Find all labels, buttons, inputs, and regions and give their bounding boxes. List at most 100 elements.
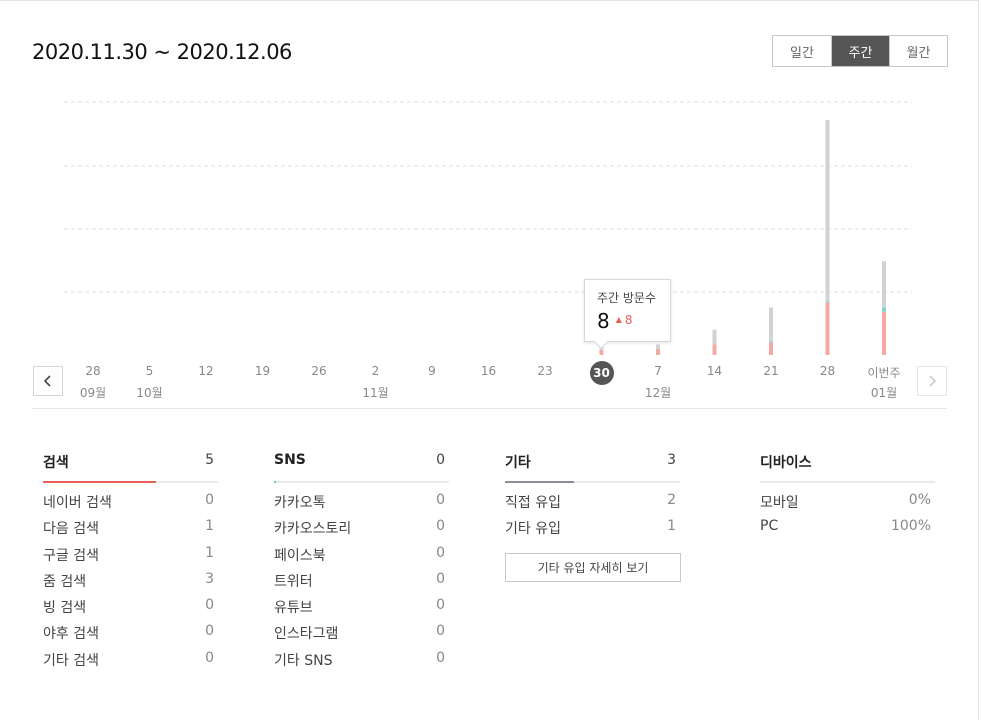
sns-stat-row: 카카오스토리 0 <box>274 509 449 537</box>
device-stat-value: 100% <box>890 518 931 535</box>
month-label: 10월 <box>136 386 163 400</box>
search-stat-row: 줌 검색 3 <box>43 562 218 590</box>
search-stats-title: 검색 <box>43 455 69 471</box>
bar-segment[interactable] <box>599 349 604 355</box>
x-label[interactable]: 28 <box>803 364 853 378</box>
device-stats-header: 디바이스 <box>760 450 935 483</box>
search-stat-value: 3 <box>205 570 214 587</box>
sns-stat-row: 유튜브 0 <box>274 588 449 616</box>
search-stat-value: 0 <box>205 597 214 614</box>
etc-stats-title: 기타 <box>505 455 531 471</box>
search-stat-value: 1 <box>205 518 214 535</box>
x-label[interactable]: 5 <box>125 364 175 378</box>
bar-segment[interactable] <box>825 302 830 355</box>
search-stats: 검색 5 네이버 검색 0 다음 검색 1 구글 검색 1 줌 검색 3 빙 검색 0 야후 검색 0… <box>43 450 218 669</box>
x-label[interactable]: 19 <box>238 364 288 378</box>
sns-stat-value: 0 <box>436 649 445 666</box>
sns-stat-row: 인스타그램 0 <box>274 614 449 642</box>
device-stat-value: 0% <box>908 492 931 508</box>
etc-stat-value: 2 <box>667 492 676 508</box>
x-label-selected[interactable]: 30 <box>589 361 614 385</box>
tooltip-title: 주간 방문수 <box>597 291 657 305</box>
search-stat-row: 구글 검색 1 <box>43 536 218 564</box>
sns-stat-value: 0 <box>436 518 445 535</box>
etc-stats-total: 3 <box>667 452 676 468</box>
bar-segment[interactable] <box>825 301 830 303</box>
chevron-left-icon <box>43 375 51 387</box>
x-label[interactable]: 16 <box>464 364 514 378</box>
sns-stat-row: 기타 SNS 0 <box>274 641 449 669</box>
chevron-right-icon <box>929 375 937 387</box>
sns-stat-value: 0 <box>436 623 445 640</box>
tooltip-change: 8 <box>624 313 633 327</box>
chart-tooltip: 주간 방문수 8 ▲ 8 <box>584 279 671 342</box>
x-label[interactable]: 26 <box>294 364 344 378</box>
month-label: 11월 <box>362 386 389 400</box>
sns-stat-value: 0 <box>436 492 445 508</box>
chart-next-button[interactable] <box>917 366 947 396</box>
month-label: 09월 <box>79 386 107 400</box>
sns-stat-row: 카카오톡 0 <box>274 483 449 511</box>
search-stat-row: 다음 검색 1 <box>43 509 218 537</box>
bar-segment[interactable] <box>712 344 717 355</box>
sns-stat-value: 0 <box>436 570 445 587</box>
search-stat-row: 기타 검색 0 <box>43 641 218 669</box>
bar-segment[interactable] <box>882 307 886 312</box>
search-stat-row: 네이버 검색 0 <box>43 483 218 511</box>
sns-stat-label: 기타 SNS <box>274 652 333 669</box>
etc-detail-button[interactable]: 기타 유입 자세히 보기 <box>505 553 681 582</box>
etc-stat-row: 직접 유입 2 <box>505 483 680 511</box>
bar-segment[interactable] <box>712 329 717 345</box>
bar-segment[interactable] <box>656 344 660 349</box>
etc-stats: 기타 3 직접 유입 2 기타 유입 1 <box>505 450 680 537</box>
bar-segment[interactable] <box>769 307 773 342</box>
sns-stat-row: 페이스북 0 <box>274 536 449 564</box>
x-label[interactable]: 7 <box>633 364 683 378</box>
x-label[interactable]: 21 <box>746 364 796 378</box>
sns-stat-value: 0 <box>436 597 445 614</box>
search-stat-value: 0 <box>205 623 214 640</box>
etc-stat-row: 기타 유입 1 <box>505 509 680 537</box>
device-stats-title: 디바이스 <box>760 455 812 471</box>
device-stats: 디바이스 모바일 0% PC 100% <box>760 450 935 536</box>
x-label[interactable]: 9 <box>407 364 457 378</box>
search-stats-header: 검색 5 <box>43 450 218 483</box>
sns-stats-header: SNS 0 <box>274 450 449 483</box>
search-stat-row: 빙 검색 0 <box>43 588 218 616</box>
bar-segment[interactable] <box>656 348 660 355</box>
sns-stats-total: 0 <box>436 452 445 468</box>
device-stat-row: PC 100% <box>760 509 935 535</box>
bar-segment[interactable] <box>882 311 886 355</box>
visits-chart: 28 5 12 19 26 2 9 16 23 30 7 14 21 28 이번주 09월 10월 11월 12월… <box>0 0 982 420</box>
sns-stats: SNS 0 카카오톡 0 카카오스토리 0 페이스북 0 트위터 0 유튜브 0 인스타그램 0 기타 … <box>274 450 449 669</box>
search-stats-total: 5 <box>205 452 214 468</box>
chart-canvas <box>64 101 912 355</box>
etc-stat-value: 1 <box>667 518 676 535</box>
month-label: 12월 <box>644 386 672 400</box>
x-label[interactable]: 23 <box>520 364 570 378</box>
bar-segment[interactable] <box>769 342 773 355</box>
month-label: 01월 <box>870 386 898 400</box>
x-label[interactable]: 이번주 <box>859 364 909 381</box>
bar-segment[interactable] <box>882 261 886 308</box>
chart-prev-button[interactable] <box>33 366 63 396</box>
search-stat-value: 0 <box>205 649 214 666</box>
search-stat-label: 기타 검색 <box>43 652 99 669</box>
x-label[interactable]: 14 <box>690 364 740 378</box>
device-stat-label: PC <box>760 518 779 535</box>
sns-stat-row: 트위터 0 <box>274 562 449 590</box>
section-divider <box>32 408 947 409</box>
sns-stats-title: SNS <box>274 452 306 468</box>
search-stat-value: 0 <box>205 492 214 508</box>
etc-stats-header: 기타 3 <box>505 450 680 483</box>
bar-segment[interactable] <box>769 341 773 343</box>
x-label[interactable]: 28 <box>68 364 118 378</box>
up-arrow-icon: ▲ <box>615 315 622 324</box>
sns-stat-value: 0 <box>436 544 445 561</box>
search-stat-row: 야후 검색 0 <box>43 614 218 642</box>
bar-segment[interactable] <box>825 119 830 302</box>
x-label[interactable]: 12 <box>181 364 231 378</box>
search-stat-value: 1 <box>205 544 214 561</box>
device-stat-row: 모바일 0% <box>760 483 935 511</box>
x-label[interactable]: 2 <box>351 364 401 378</box>
